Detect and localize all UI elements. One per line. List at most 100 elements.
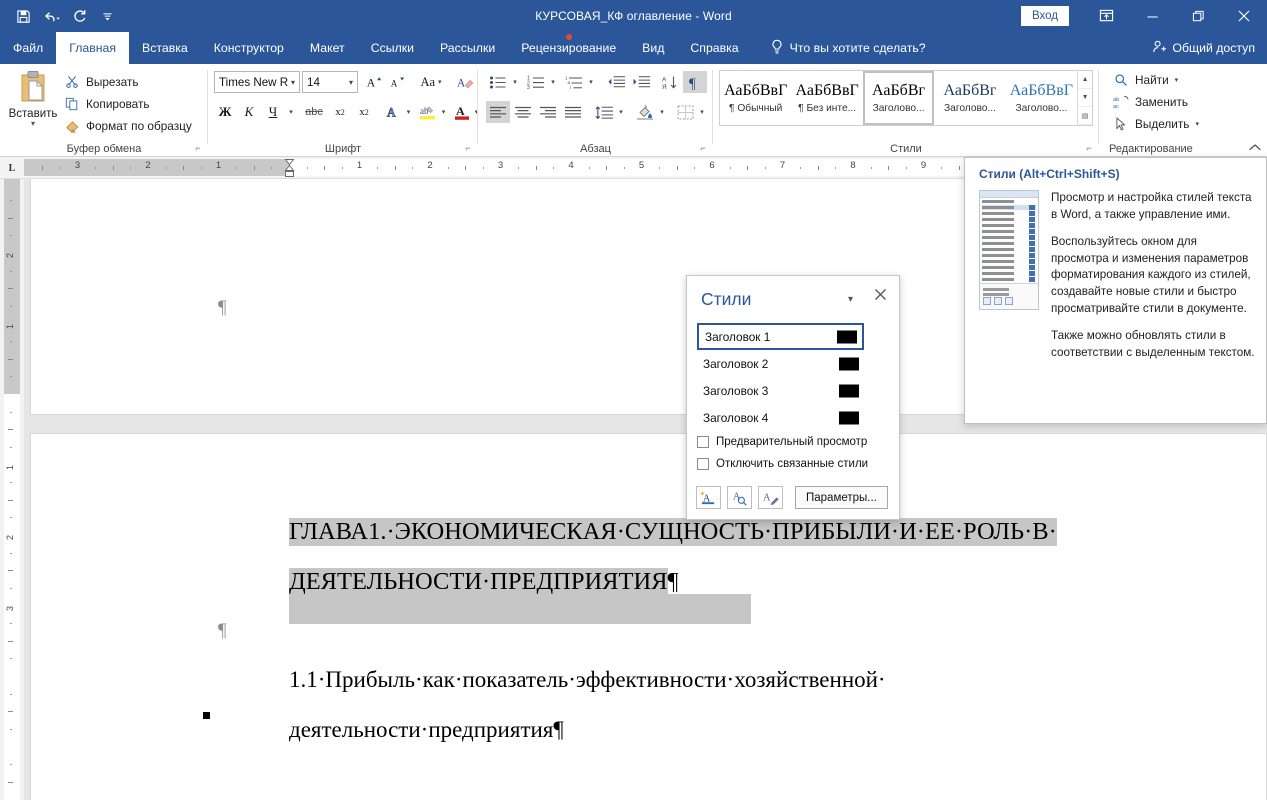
ribbon-tab-0[interactable]: Файл <box>0 32 56 64</box>
ribbon-tab-3[interactable]: Конструктор <box>201 32 297 64</box>
show-formatting-marks-button[interactable]: ¶ <box>683 71 707 93</box>
styles-pane[interactable]: Стили ▾ Заголовок 1 Заголовок 2 Заголовок … <box>686 275 900 520</box>
gallery-more-icon[interactable]: ▤ <box>1078 107 1093 125</box>
text-effects-button[interactable]: A <box>382 101 404 123</box>
numbering-button[interactable]: 123 <box>524 71 548 93</box>
styles-gallery[interactable]: АаБбВвГ ¶ Обычный АаБбВвГ ¶ Без инте... АаБб… <box>719 70 1093 126</box>
paste-button[interactable]: Вставить ▾ <box>6 68 60 136</box>
close-icon[interactable] <box>874 288 887 304</box>
highlight-dropdown[interactable]: ▾ <box>437 101 450 123</box>
superscript-button[interactable]: x2 <box>353 101 375 123</box>
minimize-icon[interactable] <box>1129 0 1175 32</box>
style-gallery-item-3[interactable]: АаБбВг Заголово... <box>934 71 1005 125</box>
styles-list-item-3[interactable]: Заголовок 4 <box>697 404 864 429</box>
align-center-button[interactable] <box>511 101 535 123</box>
options-button[interactable]: Параметры... <box>795 486 888 509</box>
italic-button[interactable]: К <box>238 101 260 123</box>
paragraph-dialog-launcher[interactable]: ⌐ <box>697 142 709 154</box>
multilevel-list-button[interactable]: 1ai <box>562 71 586 93</box>
styles-list-item-2[interactable]: Заголовок 3 <box>697 377 864 404</box>
document-page-2[interactable]: ГЛАВА1.·ЭКОНОМИЧЕСКАЯ·СУЩНОСТЬ·ПРИБЫЛИ·И… <box>30 433 1267 800</box>
copy-button[interactable]: Копировать <box>64 96 150 112</box>
checkbox-box[interactable] <box>697 458 709 470</box>
ribbon-display-options-icon[interactable] <box>1083 0 1129 32</box>
collapse-ribbon-button[interactable] <box>1249 143 1261 155</box>
line-spacing-dropdown[interactable]: ▾ <box>615 101 627 123</box>
indent-markers[interactable] <box>284 158 295 178</box>
borders-button[interactable] <box>673 101 697 123</box>
gallery-scroll-buttons[interactable]: ▲ ▼ ▤ <box>1077 71 1093 125</box>
font-name-combobox[interactable]: Times New R ▾ <box>214 71 300 93</box>
bold-button[interactable]: Ж <box>214 101 236 123</box>
clipboard-dialog-launcher[interactable]: ⌐ <box>192 142 204 154</box>
ribbon-tab-5[interactable]: Ссылки <box>358 32 427 64</box>
chevron-down-icon[interactable]: ▾ <box>291 78 295 87</box>
disable-linked-styles-checkbox[interactable]: Отключить связанные стили <box>697 458 868 470</box>
restore-icon[interactable] <box>1175 0 1221 32</box>
subscript-button[interactable]: x2 <box>329 101 351 123</box>
strikethrough-button[interactable]: abc <box>301 101 327 123</box>
change-case-button[interactable]: Aa ▾ <box>412 71 450 93</box>
ribbon-tab-8[interactable]: Вид <box>629 32 677 64</box>
style-gallery-item-2[interactable]: АаБбВг Заголово... <box>862 71 935 125</box>
underline-dropdown[interactable]: ▾ <box>284 101 298 123</box>
shading-button[interactable] <box>633 101 657 123</box>
tab-stop-selector[interactable]: L <box>4 160 20 176</box>
tell-me-search[interactable]: Что вы хотите сделать? <box>752 32 926 64</box>
font-dialog-launcher[interactable]: ⌐ <box>462 142 474 154</box>
bullets-button[interactable] <box>486 71 510 93</box>
underline-button[interactable]: Ч <box>262 101 284 123</box>
align-right-button[interactable] <box>536 101 560 123</box>
ribbon-tab-1[interactable]: Главная <box>56 32 130 64</box>
text-highlight-button[interactable]: ab <box>417 101 439 123</box>
shading-dropdown[interactable]: ▾ <box>656 101 668 123</box>
chevron-down-icon[interactable]: ▾ <box>1195 120 1199 128</box>
gallery-scroll-down-icon[interactable]: ▼ <box>1078 89 1093 107</box>
ribbon-tab-7[interactable]: Рецензирование <box>508 32 629 64</box>
shrink-font-button[interactable]: A <box>386 71 408 93</box>
styles-list[interactable]: Заголовок 1 Заголовок 2 Заголовок 3 Заголов… <box>697 323 864 429</box>
styles-dialog-launcher[interactable]: ⌐ <box>1083 142 1095 154</box>
justify-button[interactable] <box>561 101 585 123</box>
style-gallery-item-1[interactable]: АаБбВвГ ¶ Без инте... <box>791 71 862 125</box>
text-effects-dropdown[interactable]: ▾ <box>402 101 415 123</box>
grow-font-button[interactable]: A <box>363 71 385 93</box>
font-size-combobox[interactable]: 14 ▾ <box>302 71 358 93</box>
ribbon-tab-4[interactable]: Макет <box>297 32 358 64</box>
manage-styles-button[interactable]: A <box>758 486 783 509</box>
ribbon-tab-9[interactable]: Справка <box>677 32 751 64</box>
clear-formatting-button[interactable]: A <box>454 71 476 93</box>
style-gallery-item-0[interactable]: АаБбВвГ ¶ Обычный <box>720 71 791 125</box>
format-painter-button[interactable]: Формат по образцу <box>64 118 192 134</box>
gallery-scroll-up-icon[interactable]: ▲ <box>1078 71 1093 89</box>
style-gallery-item-4[interactable]: АаБбВвГ Заголово... <box>1006 71 1077 125</box>
numbering-dropdown[interactable]: ▾ <box>547 71 559 93</box>
align-left-button[interactable] <box>486 101 510 123</box>
replace-button[interactable]: ab ac Заменить <box>1113 94 1188 110</box>
share-button[interactable]: Общий доступ <box>1152 32 1255 64</box>
chevron-down-icon[interactable]: ▾ <box>1175 76 1179 84</box>
style-inspector-button[interactable]: A <box>727 486 752 509</box>
increase-indent-button[interactable] <box>629 71 653 93</box>
chevron-down-icon[interactable]: ▾ <box>349 78 353 87</box>
ribbon-tab-6[interactable]: Рассылки <box>427 32 508 64</box>
select-button[interactable]: Выделить ▾ <box>1113 116 1199 132</box>
line-spacing-button[interactable] <box>592 101 616 123</box>
styles-list-item-1[interactable]: Заголовок 2 <box>697 350 864 377</box>
borders-dropdown[interactable]: ▾ <box>696 101 708 123</box>
preview-checkbox[interactable]: Предварительный просмотр <box>697 436 867 448</box>
decrease-indent-button[interactable] <box>604 71 628 93</box>
ribbon-tab-2[interactable]: Вставка <box>129 32 201 64</box>
new-style-button[interactable]: A <box>696 486 721 509</box>
vertical-ruler[interactable]: 2 1 1 2 3 <box>0 179 24 800</box>
multilevel-list-dropdown[interactable]: ▾ <box>585 71 597 93</box>
checkbox-box[interactable] <box>697 436 709 448</box>
find-button[interactable]: Найти ▾ <box>1113 72 1178 88</box>
chevron-down-icon[interactable]: ▾ <box>848 294 853 305</box>
close-icon[interactable] <box>1221 0 1267 32</box>
chevron-down-icon[interactable]: ▾ <box>31 119 35 128</box>
cut-button[interactable]: Вырезать <box>64 74 138 90</box>
sign-in-button[interactable]: Вход <box>1020 5 1069 27</box>
styles-list-item-0[interactable]: Заголовок 1 <box>697 323 864 350</box>
bullets-dropdown[interactable]: ▾ <box>509 71 521 93</box>
